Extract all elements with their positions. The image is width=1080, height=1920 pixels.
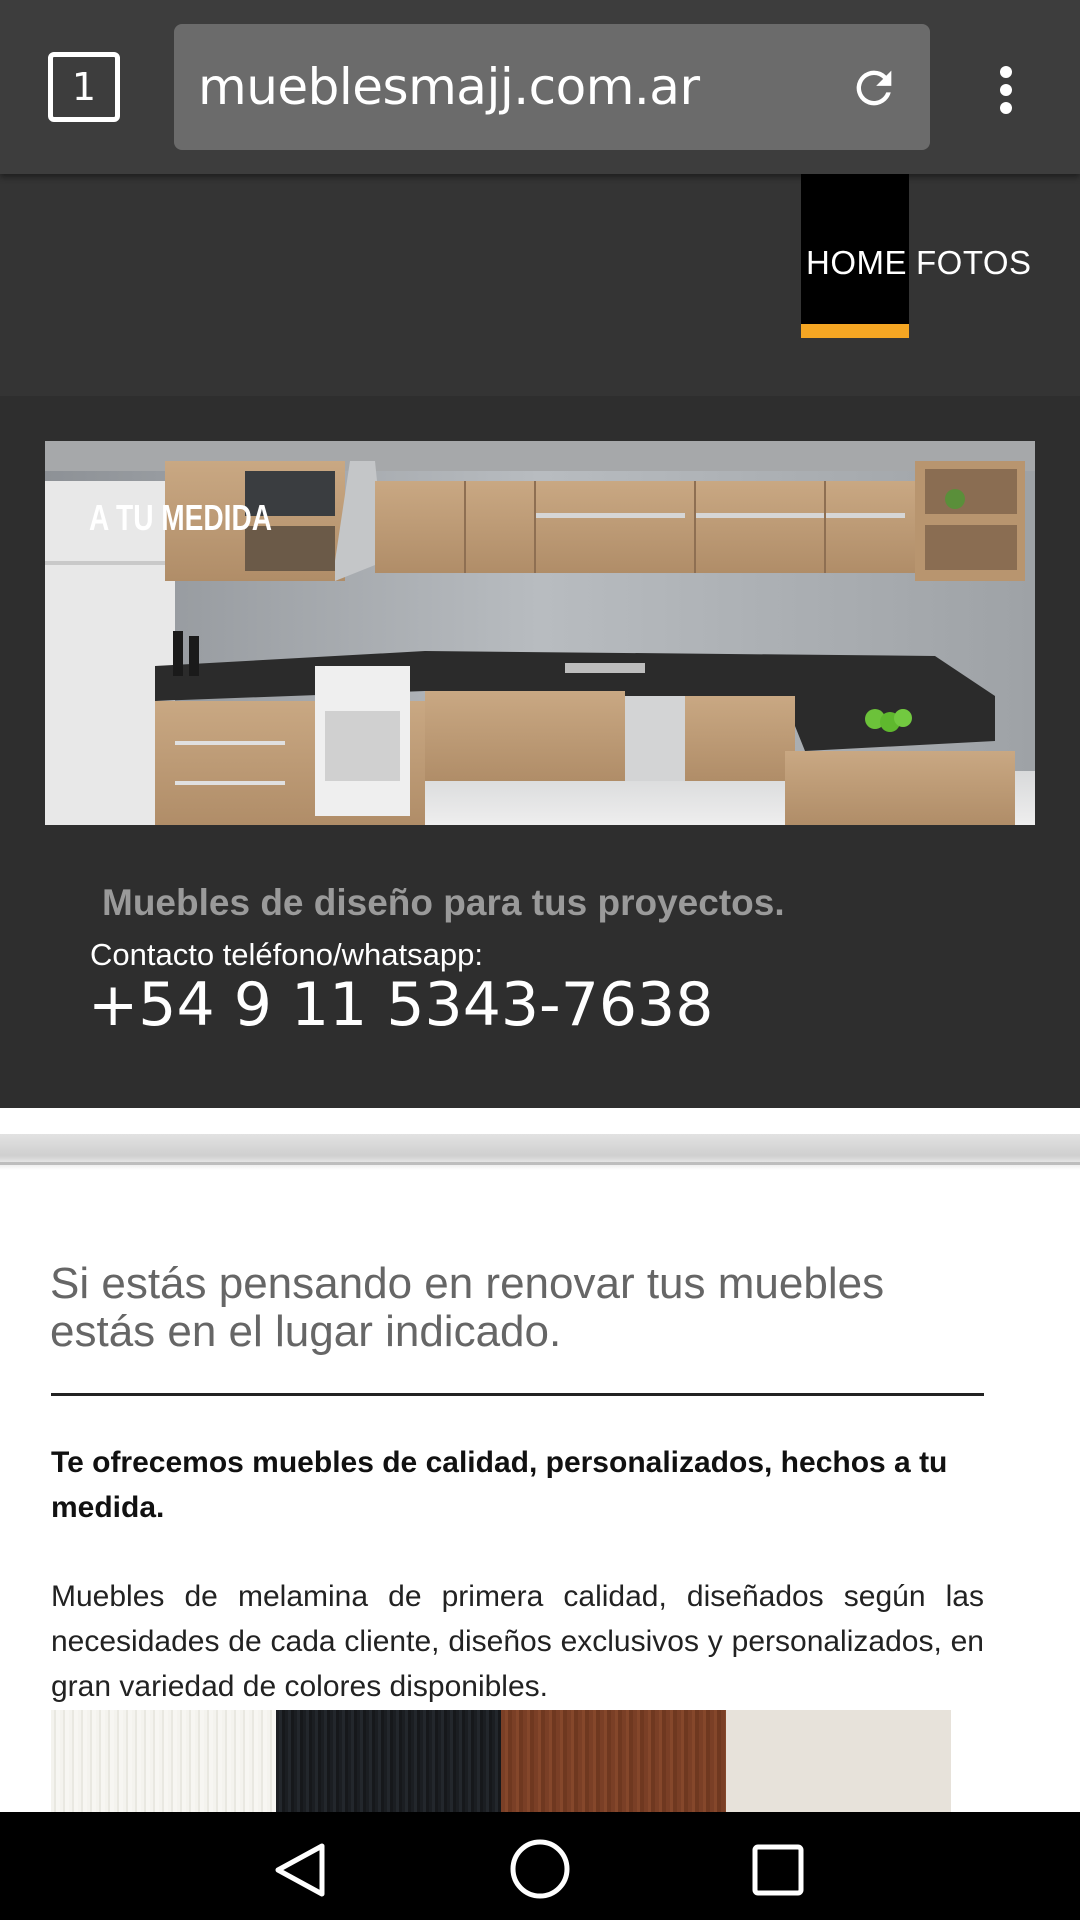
tab-switcher-button[interactable]: 1	[48, 52, 120, 122]
system-nav-bar	[0, 1812, 1080, 1920]
url-text[interactable]: mueblesmajj.com.ar	[198, 24, 700, 150]
section-divider	[0, 1134, 1080, 1170]
description-text: Muebles de melamina de primera calidad, …	[51, 1580, 984, 1703]
contact-label: Contacto teléfono/whatsapp:	[90, 937, 483, 972]
intro-heading: Si estás pensando en renovar tus muebles…	[50, 1259, 885, 1356]
reload-icon[interactable]	[848, 62, 900, 114]
heading-rule	[51, 1393, 984, 1396]
nav-item-fotos[interactable]: FOTOS	[916, 244, 1032, 282]
site-header: HOME FOTOS	[0, 174, 1080, 396]
back-icon[interactable]	[272, 1842, 328, 1898]
kitchen-banner-image: A TU MEDIDA	[45, 441, 1035, 825]
nav-item-home[interactable]: HOME	[806, 244, 907, 282]
swatch-walnut	[501, 1710, 726, 1812]
hero-tagline: Muebles de diseño para tus proyectos.	[102, 882, 785, 923]
active-nav-indicator	[801, 324, 909, 338]
swatch-cream	[726, 1710, 951, 1812]
swatch-black	[276, 1710, 501, 1812]
recents-icon[interactable]	[752, 1844, 804, 1896]
color-swatches	[51, 1710, 951, 1812]
swatch-white	[51, 1710, 276, 1812]
browser-toolbar: 1 mueblesmajj.com.ar	[0, 0, 1080, 174]
banner-title: A TU MEDIDA	[89, 497, 273, 538]
hero-section: A TU MEDIDA Muebles de diseño para tus p…	[0, 396, 1080, 1108]
overflow-menu-icon[interactable]	[990, 62, 1026, 118]
home-icon[interactable]	[509, 1838, 571, 1900]
offer-text: Te ofrecemos muebles de calidad, persona…	[51, 1446, 948, 1524]
phone-number[interactable]: +54 9 11 5343-7638	[88, 970, 713, 1040]
address-bar[interactable]: mueblesmajj.com.ar	[174, 24, 930, 150]
